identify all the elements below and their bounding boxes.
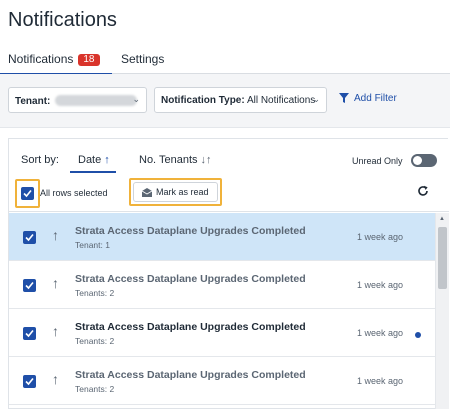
sort-tenants-label: No. Tenants — [139, 154, 198, 166]
filter-icon — [339, 93, 349, 103]
page-title: Notifications — [8, 9, 117, 31]
tab-bar: Notifications 18 Settings — [0, 46, 450, 75]
notification-time: 1 week ago — [357, 376, 404, 386]
sort-by-date[interactable]: Date ↑ — [70, 154, 116, 173]
chevron-down-icon: ⌄ — [132, 94, 140, 104]
notification-tenants: Tenants: 2 — [75, 288, 115, 298]
tab-notifications-label: Notifications — [8, 52, 74, 66]
checkmark-icon — [25, 377, 34, 386]
notifications-panel: Sort by: Date ↑ No. Tenants ↓↑ Unread Only… — [8, 138, 449, 409]
tab-notifications[interactable]: Notifications 18 — [0, 52, 111, 75]
checkmark-icon — [23, 189, 32, 198]
notification-tenants: Tenant: 1 — [75, 240, 110, 250]
row-checkbox[interactable] — [23, 375, 36, 388]
sort-by-label: Sort by: — [21, 154, 59, 166]
notification-count-badge: 18 — [78, 54, 100, 66]
arrow-up-icon: ↑ — [52, 275, 59, 291]
envelope-open-icon — [142, 188, 152, 197]
sort-by-tenants[interactable]: No. Tenants ↓↑ — [139, 154, 212, 166]
mark-as-read-button[interactable]: Mark as read — [133, 182, 218, 202]
sort-arrows-icon: ↓↑ — [200, 154, 212, 166]
arrow-up-icon: ↑ — [104, 154, 110, 166]
arrow-up-icon: ↑ — [52, 227, 59, 243]
notification-title: Strata Access Dataplane Upgrades Complet… — [75, 321, 306, 333]
list-item[interactable]: ↑ Strata Access Dataplane Upgrades Compl… — [9, 261, 435, 309]
sort-date-label: Date — [78, 154, 102, 166]
tenant-select[interactable]: Tenant: ⌄ — [8, 87, 147, 113]
add-filter-label: Add Filter — [354, 93, 397, 104]
checkmark-icon — [25, 281, 34, 290]
notification-type-value: All Notifications — [246, 95, 316, 106]
notification-time: 1 week ago — [357, 232, 404, 242]
select-all-checkbox[interactable] — [21, 187, 34, 200]
add-filter-button[interactable]: Add Filter — [339, 93, 397, 104]
checkmark-icon — [25, 329, 34, 338]
arrow-up-icon: ↑ — [52, 323, 59, 339]
unread-only-toggle[interactable] — [411, 154, 437, 167]
arrow-up-icon: ↑ — [52, 371, 59, 387]
unread-dot — [415, 332, 421, 338]
notification-time: 1 week ago — [357, 328, 404, 338]
row-checkbox[interactable] — [23, 327, 36, 340]
row-checkbox[interactable] — [23, 279, 36, 292]
notification-type-label: Notification Type: — [161, 95, 245, 106]
notification-title: Strata Access Dataplane Upgrades Complet… — [75, 273, 306, 285]
notification-time: 1 week ago — [357, 280, 404, 290]
notification-type-select[interactable]: Notification Type: All Notifications ⌄ — [154, 87, 327, 113]
checkmark-icon — [25, 233, 34, 242]
notification-title: Strata Access Dataplane Upgrades Complet… — [75, 225, 306, 237]
tenant-select-label: Tenant: — [15, 96, 51, 107]
notification-title: Strata Access Dataplane Upgrades Complet… — [75, 369, 306, 381]
notification-list: ↑ Strata Access Dataplane Upgrades Compl… — [9, 213, 435, 409]
row-checkbox[interactable] — [23, 231, 36, 244]
tenant-value-redacted — [55, 95, 138, 106]
list-item[interactable]: ↑ Strata Access Dataplane Upgrades Compl… — [9, 213, 435, 261]
unread-only-label: Unread Only — [352, 156, 403, 166]
list-item[interactable]: ↑ Strata Access Dataplane Upgrades Compl… — [9, 309, 435, 357]
chevron-down-icon: ⌄ — [312, 94, 320, 104]
list-item[interactable]: ↑ Strata Access Dataplane Upgrades Compl… — [9, 357, 435, 405]
notification-tenants: Tenants: 2 — [75, 384, 115, 394]
refresh-icon[interactable] — [417, 185, 429, 197]
scrollbar[interactable]: ▲ — [435, 213, 449, 409]
all-rows-selected-label: All rows selected — [40, 188, 108, 198]
mark-as-read-label: Mark as read — [156, 187, 209, 197]
notification-tenants: Tenants: 2 — [75, 336, 115, 346]
sort-bar: Sort by: Date ↑ No. Tenants ↓↑ Unread Only — [9, 139, 449, 175]
tab-settings[interactable]: Settings — [121, 52, 164, 74]
bulk-action-bar: All rows selected Mark as read — [9, 175, 449, 212]
filter-bar: Tenant: ⌄ Notification Type: All Notific… — [0, 74, 450, 128]
scrollbar-thumb[interactable] — [438, 227, 447, 289]
scroll-up-icon[interactable]: ▲ — [439, 216, 445, 222]
